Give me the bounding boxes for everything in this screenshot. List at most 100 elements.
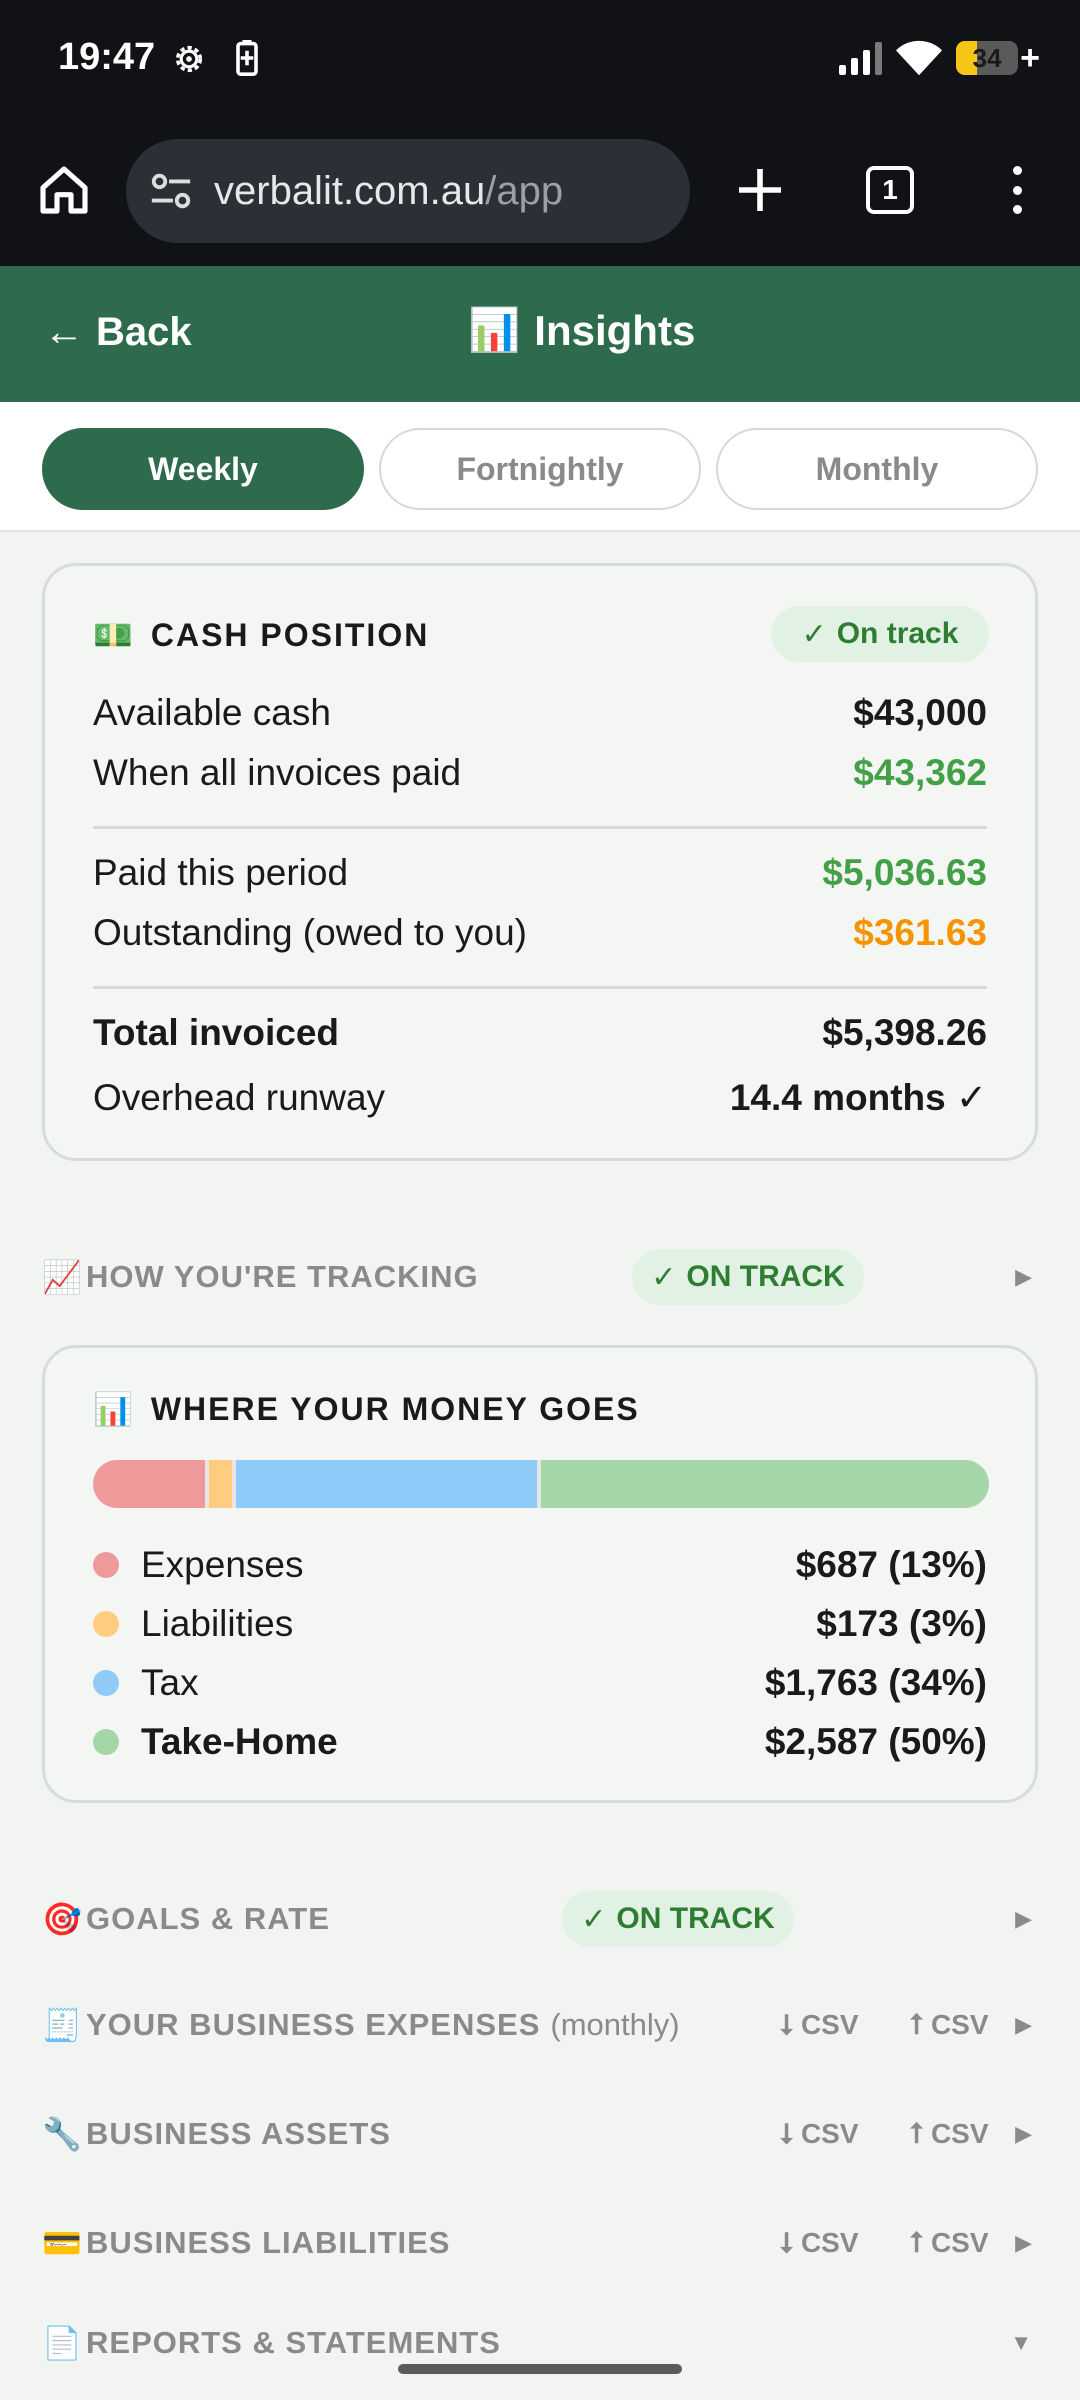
paid-this-period-value: $5,036.63: [822, 852, 987, 893]
legend-dot: [93, 1729, 119, 1755]
money-bar-segment: [540, 1460, 989, 1508]
credit-card-icon: 💳: [42, 2225, 82, 2261]
expand-arrow-icon[interactable]: ▶: [1015, 1906, 1032, 1932]
section-label: BUSINESS ASSETS: [86, 2116, 391, 2151]
money-distribution-bar: [93, 1460, 989, 1508]
row-label: Overhead runway: [93, 1076, 386, 1118]
section-goals-and-rate[interactable]: 🎯 GOALS & RATE ✓ ON TRACK ▶: [42, 1889, 1038, 1949]
tab-fortnightly[interactable]: Fortnightly: [379, 428, 701, 510]
receipt-icon: 🧾: [42, 2007, 82, 2043]
goals-status-badge: ✓ ON TRACK: [562, 1891, 794, 1947]
cash-position-heading: CASH POSITION: [150, 616, 430, 653]
legend-dot: [93, 1670, 119, 1696]
download-csv-button[interactable]: ⭣ CSV: [780, 2009, 859, 2042]
section-business-assets[interactable]: 🔧 BUSINESS ASSETS ⭣ CSV ⭡ CSV ▶: [42, 2104, 1038, 2164]
download-csv-button[interactable]: ⭣ CSV: [780, 2118, 859, 2151]
more-menu-icon[interactable]: [1000, 162, 1034, 218]
legend-amount: $1,763 (34%): [764, 1662, 987, 1703]
address-bar[interactable]: verbalit.com.au/app: [126, 139, 690, 243]
expand-arrow-icon[interactable]: ▶: [1015, 2012, 1032, 2038]
browser-toolbar: verbalit.com.au/app 1: [0, 118, 1080, 266]
legend-amount: $2,587 (50%): [764, 1721, 987, 1762]
page-title: 📊 Insights: [468, 306, 695, 355]
battery-charging-icon: +: [1020, 38, 1040, 77]
download-csv-button[interactable]: ⭣ CSV: [780, 2227, 859, 2260]
section-business-expenses[interactable]: 🧾 YOUR BUSINESS EXPENSES (monthly) ⭣ CSV…: [42, 1995, 1038, 2055]
back-arrow-icon: ←: [44, 310, 84, 354]
outstanding-row: Outstanding (owed to you) $361.63: [93, 912, 987, 954]
check-icon: ✓: [801, 617, 827, 651]
row-label: Available cash: [93, 692, 331, 733]
expand-arrow-icon[interactable]: ▶: [1015, 2230, 1032, 2256]
legend-amount: $687 (13%): [795, 1544, 987, 1585]
cell-signal-icon: [839, 41, 883, 75]
money-bar-segment: [236, 1460, 541, 1508]
page-title-text: Insights: [534, 306, 696, 354]
status-bar: 19:47 34 +: [0, 0, 1080, 118]
check-icon: ✓: [651, 1260, 677, 1294]
divider: [93, 986, 987, 989]
period-selector: Weekly Fortnightly Monthly: [0, 402, 1080, 532]
upload-csv-button[interactable]: ⭡ CSV: [910, 2118, 989, 2151]
document-icon: 📄: [42, 2325, 82, 2361]
tracking-status-badge: ✓ ON TRACK: [632, 1249, 864, 1305]
legend-take-home: Take-Home $2,587 (50%): [93, 1721, 987, 1763]
row-label: Paid this period: [93, 852, 349, 893]
outstanding-value: $361.63: [853, 912, 987, 953]
url-text: verbalit.com.au/app: [214, 169, 563, 214]
check-icon: ✓: [581, 1902, 607, 1936]
available-cash-row: Available cash $43,000: [93, 692, 987, 734]
site-settings-icon[interactable]: [148, 168, 194, 214]
upload-csv-button[interactable]: ⭡ CSV: [910, 2009, 989, 2042]
upload-csv-button[interactable]: ⭡ CSV: [910, 2227, 989, 2260]
available-cash-value: $43,000: [853, 692, 987, 733]
expand-arrow-icon[interactable]: ▶: [1015, 1264, 1032, 1290]
section-label: GOALS & RATE: [86, 1901, 330, 1936]
paid-this-period-row: Paid this period $5,036.63: [93, 852, 987, 894]
cash-status-text: On track: [836, 617, 959, 650]
overhead-runway-row: Overhead runway 14.4 months ✓: [93, 1076, 987, 1119]
cash-status-badge: ✓ On track: [771, 606, 989, 662]
money-breakdown-title: 📊 WHERE YOUR MONEY GOES: [93, 1390, 640, 1428]
all-invoices-paid-row: When all invoices paid $43,362: [93, 752, 987, 794]
money-bar-segment: [93, 1460, 210, 1508]
new-tab-plus-icon[interactable]: [732, 162, 788, 218]
settings-gear-icon: [175, 45, 203, 73]
collapse-arrow-icon[interactable]: ▼: [1010, 2330, 1032, 2356]
legend-name: Liabilities: [141, 1603, 294, 1644]
tab-switcher-button[interactable]: 1: [866, 166, 914, 214]
expand-arrow-icon[interactable]: ▶: [1015, 2121, 1032, 2147]
home-icon[interactable]: [36, 162, 92, 218]
battery-saver-icon: [236, 40, 258, 76]
bar-chart-icon: 📊: [93, 1391, 135, 1427]
row-label: Total invoiced: [93, 1012, 340, 1053]
money-breakdown-card: 📊 WHERE YOUR MONEY GOES Expenses $687 (1…: [42, 1345, 1038, 1803]
all-invoices-paid-value: $43,362: [853, 752, 987, 793]
tracking-status-text: ON TRACK: [686, 1260, 845, 1293]
tab-monthly[interactable]: Monthly: [716, 428, 1038, 510]
legend-name: Tax: [141, 1662, 199, 1703]
legend-dot: [93, 1552, 119, 1578]
legend-amount: $173 (3%): [816, 1603, 987, 1644]
trend-chart-icon: 📈: [42, 1259, 82, 1295]
gesture-home-bar[interactable]: [398, 2364, 682, 2374]
section-how-youre-tracking[interactable]: 📈 HOW YOU'RE TRACKING ✓ ON TRACK ▶: [42, 1247, 1038, 1307]
legend-name: Expenses: [141, 1544, 304, 1585]
goals-status-text: ON TRACK: [616, 1902, 775, 1935]
back-button[interactable]: ← Back: [44, 310, 192, 355]
cash-position-title: 💵 CASH POSITION: [93, 616, 429, 654]
bar-chart-icon: 📊: [468, 306, 521, 353]
overhead-runway-value: 14.4 months ✓: [729, 1077, 987, 1118]
battery-indicator: 34 +: [956, 39, 1040, 78]
section-label: HOW YOU'RE TRACKING: [86, 1259, 479, 1294]
tab-weekly[interactable]: Weekly: [42, 428, 364, 510]
section-business-liabilities[interactable]: 💳 BUSINESS LIABILITIES ⭣ CSV ⭡ CSV ▶: [42, 2213, 1038, 2273]
status-time: 19:47: [58, 36, 156, 78]
url-path: /app: [485, 168, 564, 213]
cash-icon: 💵: [93, 617, 135, 653]
legend-dot: [93, 1611, 119, 1637]
money-bar-segment: [209, 1460, 237, 1508]
total-invoiced-value: $5,398.26: [822, 1012, 987, 1053]
section-label: YOUR BUSINESS EXPENSES: [86, 2007, 541, 2042]
section-label: REPORTS & STATEMENTS: [86, 2325, 501, 2360]
